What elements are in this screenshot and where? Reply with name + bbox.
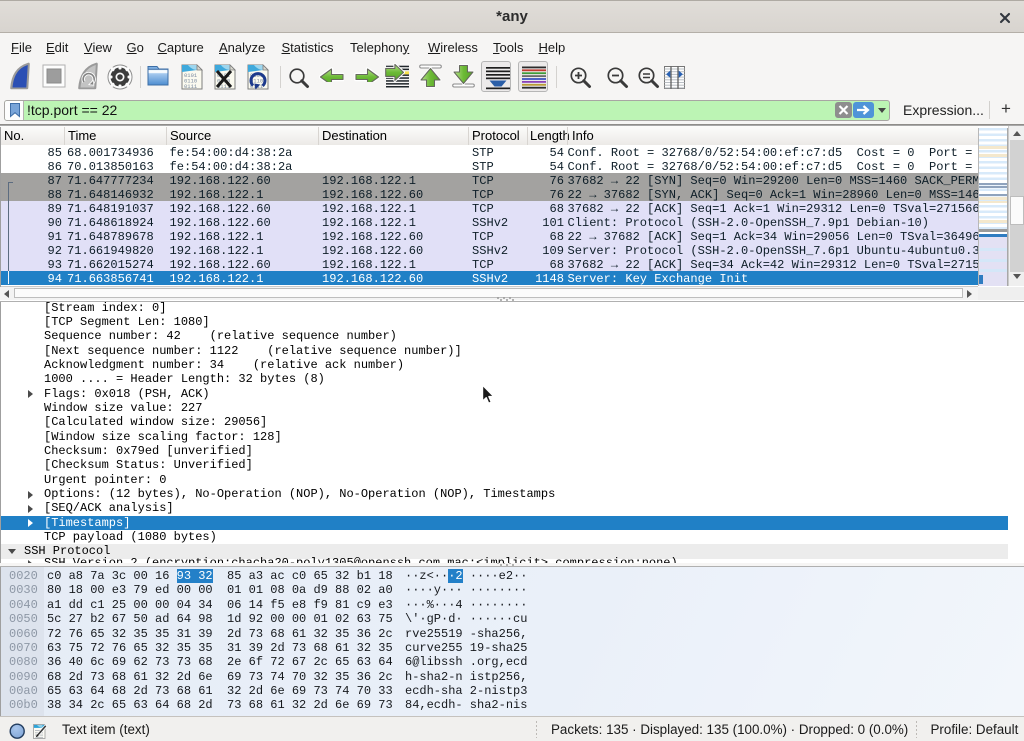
svg-text:0111: 0111 — [184, 83, 198, 90]
